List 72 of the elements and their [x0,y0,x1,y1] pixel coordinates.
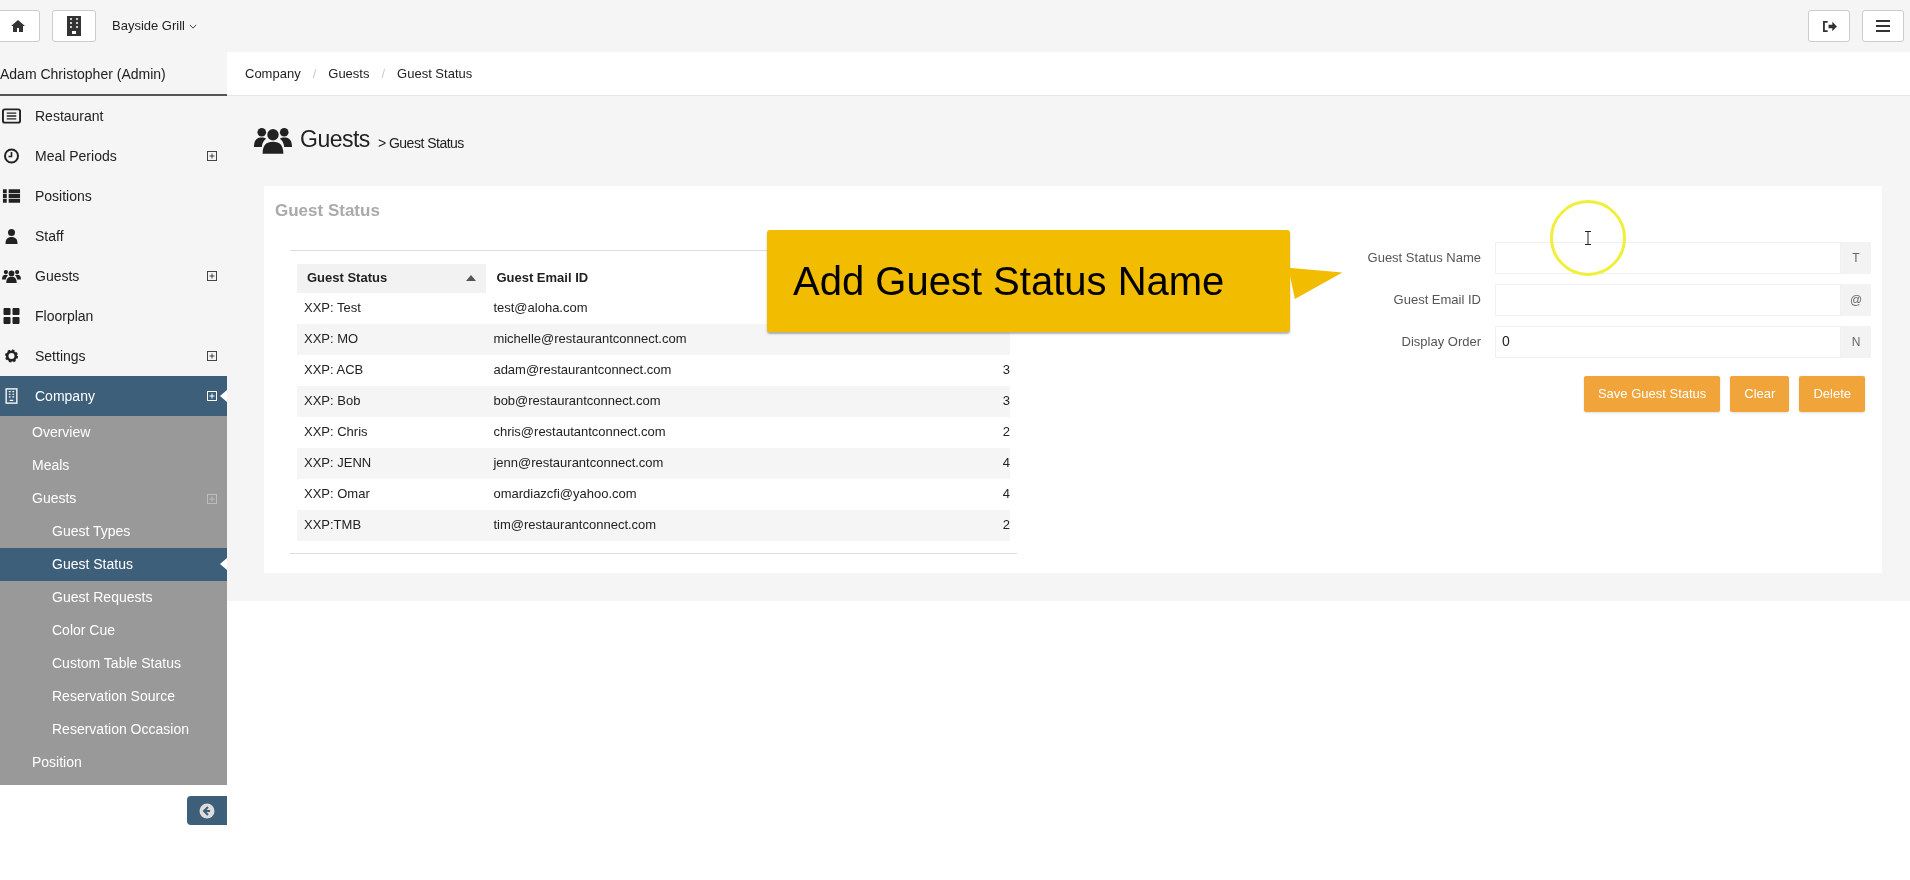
field-label: Guest Email ID [1392,290,1481,309]
page-subtitle: > Guest Status [377,134,464,153]
sidebar-item[interactable]: Staff [0,216,227,256]
table-cell: chris@restautantconnect.com [486,416,873,448]
input-addon: N [1841,325,1871,358]
expand-icon [207,391,217,401]
sidebar-item[interactable]: Restaurant [0,96,227,136]
table-cell: 2 [872,416,1010,448]
clock-icon [2,148,21,164]
sidebar-item[interactable]: Positions [0,176,227,216]
settings-icon [2,348,21,364]
list-icon [2,188,21,204]
breadcrumb-separator: / [311,64,318,83]
user-name: Adam Christopher (Admin) [0,66,166,82]
menu-button[interactable] [1862,10,1904,42]
breadcrumb-link[interactable]: Guests [328,63,370,84]
breadcrumb-link[interactable]: Company [245,63,301,84]
expand-icon [207,351,217,361]
table-cell: XXP: MO [297,323,487,355]
table-cell: jenn@restaurantconnect.com [486,447,873,479]
sidebar-item[interactable]: Floorplan [0,296,227,336]
table-cell: XXP: Chris [297,416,487,448]
sort-ascending-icon [466,275,477,281]
sign-out-icon [1821,19,1837,33]
sidebar-item[interactable]: Company [0,376,227,416]
table-cell: XXP: Test [297,292,487,324]
table-cell: XXP: Bob [297,385,487,417]
table-cell: bob@restaurantconnect.com [486,385,873,417]
sidebar-item[interactable]: Meal Periods [0,136,227,176]
text-cursor-icon [1585,231,1591,245]
sidebar-item[interactable]: Settings [0,336,227,376]
users-icon [2,268,21,284]
building-button[interactable] [52,10,96,42]
breadcrumb-separator: / [380,64,387,83]
table-cell: 4 [872,478,1010,510]
logout-button[interactable] [1808,10,1850,42]
grid-icon [2,308,21,324]
table-cell: 3 [872,385,1010,417]
table-cell: 3 [872,354,1010,386]
arrow-left-icon [199,802,215,819]
expand-icon [207,271,217,281]
home-button[interactable] [0,10,40,42]
table-cell: tim@restaurantconnect.com [486,509,873,541]
table-cell: XXP:TMB [297,509,487,541]
menu-icon [1876,20,1890,32]
input-addon: T [1841,241,1871,274]
table-cell: omardiazcfi@yahoo.com [486,478,873,510]
input-addon: @ [1841,283,1871,316]
table-cell: adam@restaurantconnect.com [486,354,873,386]
field-label: Display Order [1400,332,1481,351]
expand-icon [207,493,217,504]
restaurant-dropdown[interactable]: Bayside Grill [112,16,197,36]
panel-title: Guest Status [275,200,381,222]
table-cell: XXP: Omar [297,478,487,510]
breadcrumb-link[interactable]: Guest Status [397,63,473,84]
input-field[interactable] [1495,241,1841,274]
column-header[interactable]: Guest Status [297,263,487,293]
page-title: Guests [300,124,370,154]
table-cell: XXP: ACB [297,354,487,386]
home-icon [10,19,26,33]
sidebar-item[interactable]: Guest Status [0,548,227,581]
table-cell: 4 [872,447,1010,479]
input-field[interactable]: 0 [1495,325,1841,358]
building-icon [67,16,81,36]
table-cell: XXP: JENN [297,447,487,479]
collapse-sidebar-button[interactable] [187,796,227,825]
sidebar-item[interactable]: Guests [0,256,227,296]
list-icon [2,108,21,124]
field-label: Guest Status Name [1366,248,1481,267]
chevron-down-icon [188,23,197,29]
expand-icon [207,151,217,161]
table-cell: 2 [872,509,1010,541]
